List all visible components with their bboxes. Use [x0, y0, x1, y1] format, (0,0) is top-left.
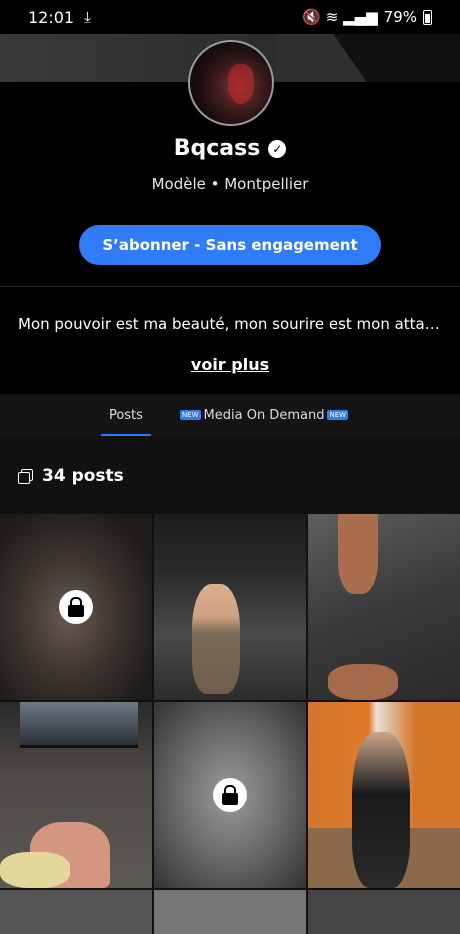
signal-icons: 🔇 ≋ ▂▄▆	[302, 8, 378, 26]
tab-posts[interactable]: Posts	[100, 394, 151, 436]
battery-percent: 79%	[383, 8, 417, 26]
avatar[interactable]	[188, 40, 274, 126]
profile-name: Bqcass	[173, 136, 261, 161]
tab-media-label: Media On Demand	[203, 407, 325, 423]
tab-bar: Posts NEW Media On Demand NEW	[0, 394, 460, 436]
post-image	[20, 702, 138, 748]
status-bar: 12:01 ⤓ 🔇 ≋ ▂▄▆ 79%	[0, 0, 460, 34]
post-image	[328, 664, 398, 700]
name-row: Bqcass ✓	[0, 136, 460, 161]
status-time: 12:01	[28, 7, 75, 27]
post-tile[interactable]	[308, 890, 460, 934]
post-tile[interactable]	[0, 890, 152, 934]
post-tile[interactable]	[308, 514, 460, 700]
posts-icon	[18, 469, 33, 484]
post-tile-locked[interactable]	[0, 514, 152, 700]
post-tile-locked[interactable]	[154, 702, 306, 888]
post-tile[interactable]	[154, 890, 306, 934]
status-right: 🔇 ≋ ▂▄▆ 79%	[302, 8, 432, 26]
verified-icon: ✓	[268, 139, 287, 158]
post-image	[352, 732, 410, 888]
download-icon: ⤓	[84, 8, 91, 26]
post-tile[interactable]	[154, 514, 306, 700]
battery-icon	[423, 9, 432, 25]
lock-icon	[213, 778, 247, 812]
tab-posts-label: Posts	[108, 407, 143, 423]
divider	[0, 286, 460, 287]
post-tile[interactable]	[308, 702, 460, 888]
post-image	[192, 584, 240, 694]
new-badge: NEW	[179, 410, 201, 420]
post-image	[0, 852, 70, 888]
profile-bio: Mon pouvoir est ma beauté, mon sourire e…	[18, 315, 446, 333]
posts-count: 34 posts	[18, 466, 124, 486]
post-image	[338, 514, 378, 594]
lock-icon	[59, 590, 93, 624]
profile-subtitle: Modèle • Montpellier	[151, 175, 309, 193]
new-badge: NEW	[327, 410, 349, 420]
see-more-link[interactable]: voir plus	[0, 355, 460, 374]
posts-count-label: 34 posts	[42, 466, 124, 486]
post-tile[interactable]	[0, 702, 152, 888]
tab-media-on-demand[interactable]: NEW Media On Demand NEW	[177, 394, 351, 436]
subscribe-button[interactable]: S’abonner - Sans engagement	[79, 225, 381, 265]
